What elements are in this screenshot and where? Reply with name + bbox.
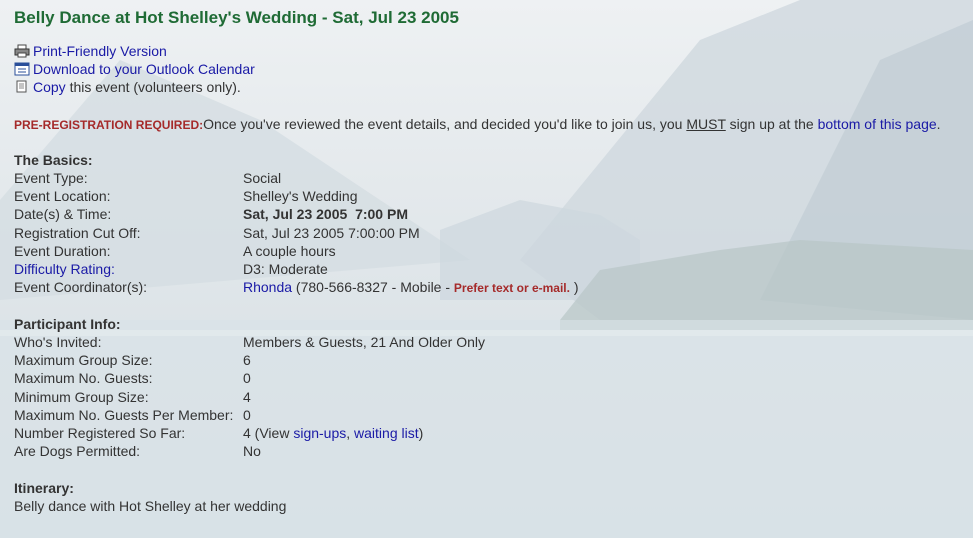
detail-value: Sat, Jul 23 2005 7:00:00 PM <box>243 224 420 241</box>
detail-value: No <box>243 443 261 460</box>
detail-label: Number Registered So Far: <box>14 424 186 441</box>
detail-row-min-group: Minimum Group Size: 4 <box>14 388 485 406</box>
detail-row-registered: Number Registered So Far: 4 (View sign-u… <box>14 424 485 442</box>
detail-value: Shelley's Wedding <box>243 188 358 205</box>
detail-label: Registration Cut Off: <box>14 224 141 241</box>
prereg-must: MUST <box>686 116 726 132</box>
printer-icon <box>14 44 30 58</box>
detail-row-max-group: Maximum Group Size: 6 <box>14 351 485 369</box>
basics-heading: The Basics: <box>14 152 93 168</box>
copy-event-link[interactable]: Copy <box>33 78 66 96</box>
registered-close: ) <box>418 424 424 441</box>
detail-label: Minimum Group Size: <box>14 388 149 405</box>
registered-count: 4 (View <box>243 424 294 441</box>
sign-ups-link[interactable]: sign-ups <box>293 425 346 441</box>
detail-row-difficulty: Difficulty Rating: D3: Moderate <box>14 260 579 278</box>
registered-value: 4 (View sign-ups, waiting list) <box>243 424 423 442</box>
itinerary-section: Itinerary: Belly dance with Hot Shelley … <box>14 479 286 515</box>
detail-row-dogs: Are Dogs Permitted: No <box>14 442 485 460</box>
detail-row-datetime: Date(s) & Time: Sat, Jul 23 2005 7:00 PM <box>14 205 579 223</box>
basics-section: The Basics: Event Type: Social Event Loc… <box>14 151 579 296</box>
event-actions: Print-Friendly Version Download to your … <box>14 42 255 96</box>
detail-value: Social <box>243 170 282 186</box>
detail-label: Who's Invited: <box>14 334 102 350</box>
detail-value: Sat, Jul 23 2005 7:00 PM <box>243 206 408 223</box>
detail-row-location: Event Location: Shelley's Wedding <box>14 187 579 205</box>
detail-label: Maximum Group Size: <box>14 352 153 369</box>
detail-row-max-guests: Maximum No. Guests: 0 <box>14 369 485 387</box>
detail-value: 0 <box>243 406 251 423</box>
detail-label: Are Dogs Permitted: <box>14 443 141 460</box>
copy-event-note: this event (volunteers only). <box>65 79 241 95</box>
participant-section: Participant Info: Who's Invited: Members… <box>14 315 485 460</box>
detail-value: 6 <box>243 352 251 369</box>
detail-label: Maximum No. Guests Per Member: <box>14 406 234 423</box>
detail-value: 0 <box>243 370 251 387</box>
registered-comma: , <box>346 424 355 441</box>
detail-value: A couple hours <box>243 242 336 259</box>
outlook-row: Download to your Outlook Calendar <box>14 60 255 78</box>
outlook-calendar-link[interactable]: Download to your Outlook Calendar <box>33 60 255 78</box>
prereg-text-2: sign up at the <box>725 116 818 132</box>
copy-row: Copy this event (volunteers only). <box>14 78 255 96</box>
itinerary-text-row: Belly dance with Hot Shelley at her wedd… <box>14 497 286 515</box>
prereg-end: . <box>936 116 941 132</box>
coordinator-phone: (780-566-8327 - Mobile - <box>292 279 454 296</box>
copy-icon <box>14 80 30 94</box>
coordinator-value: Rhonda (780-566-8327 - Mobile - Prefer t… <box>243 278 579 296</box>
coordinator-end: ) <box>569 279 579 296</box>
detail-value: Members & Guests, 21 And Older Only <box>243 334 485 350</box>
waiting-list-link[interactable]: waiting list <box>354 425 419 441</box>
detail-row-coordinator: Event Coordinator(s): Rhonda (780-566-83… <box>14 278 579 296</box>
detail-label: Event Location: <box>14 188 111 205</box>
detail-row-duration: Event Duration: A couple hours <box>14 242 579 260</box>
detail-value: 4 <box>243 388 251 405</box>
coordinator-preference: Prefer text or e-mail. <box>453 281 570 296</box>
calendar-icon <box>14 62 30 76</box>
detail-label: Date(s) & Time: <box>14 206 112 223</box>
detail-value: D3: Moderate <box>243 260 328 277</box>
detail-row-event-type: Event Type: Social <box>14 169 579 187</box>
itinerary-heading: Itinerary: <box>14 480 74 496</box>
detail-row-guests-per-member: Maximum No. Guests Per Member: 0 <box>14 406 485 424</box>
preregistration-required-label: PRE-REGISTRATION REQUIRED: <box>14 118 204 132</box>
detail-label: Maximum No. Guests: <box>14 370 153 387</box>
detail-row-invited: Who's Invited: Members & Guests, 21 And … <box>14 333 485 351</box>
coordinator-name-link[interactable]: Rhonda <box>243 279 292 295</box>
participant-heading: Participant Info: <box>14 316 121 332</box>
itinerary-text: Belly dance with Hot Shelley at her wedd… <box>14 498 287 514</box>
detail-row-cutoff: Registration Cut Off: Sat, Jul 23 2005 7… <box>14 224 579 242</box>
preregistration-notice: PRE-REGISTRATION REQUIRED:Once you've re… <box>14 116 941 132</box>
difficulty-rating-link[interactable]: Difficulty Rating: <box>14 261 115 277</box>
page-title: Belly Dance at Hot Shelley's Wedding - S… <box>14 8 459 27</box>
print-friendly-link[interactable]: Print-Friendly Version <box>33 42 167 60</box>
bottom-of-page-link[interactable]: bottom of this page <box>818 116 937 132</box>
print-row: Print-Friendly Version <box>14 42 255 60</box>
detail-label: Event Duration: <box>14 242 111 259</box>
detail-label: Event Coordinator(s): <box>14 279 148 296</box>
prereg-text-1: Once you've reviewed the event details, … <box>203 116 687 132</box>
detail-label: Event Type: <box>14 170 88 186</box>
